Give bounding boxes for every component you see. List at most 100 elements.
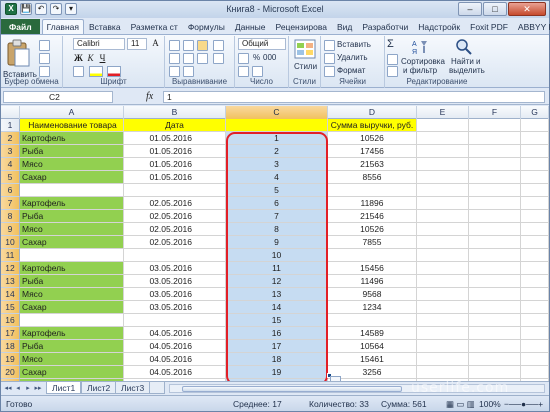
name-box[interactable]: C2 (3, 91, 113, 103)
row-header[interactable]: 11 (1, 249, 20, 262)
find-select-icon[interactable] (455, 38, 473, 56)
tab-data[interactable]: Данные (230, 19, 271, 35)
cell-e[interactable] (417, 184, 469, 197)
cell-d[interactable]: 11896 (328, 197, 417, 210)
column-header-g[interactable]: G (521, 106, 549, 119)
delete-cells-button[interactable]: Удалить (337, 53, 368, 62)
cell-g[interactable] (521, 249, 549, 262)
cell-a[interactable]: Рыба (20, 210, 124, 223)
cell-c[interactable]: 17 (226, 340, 328, 353)
cell-g[interactable] (521, 353, 549, 366)
cell-g[interactable] (521, 327, 549, 340)
cell-c[interactable]: 5 (226, 184, 328, 197)
cell-e[interactable] (417, 288, 469, 301)
number-format-dropdown[interactable]: Общий (238, 38, 286, 50)
decrease-decimal-icon[interactable] (252, 66, 263, 77)
cell-g[interactable] (521, 340, 549, 353)
align-top-icon[interactable] (169, 40, 180, 51)
cell-e[interactable] (417, 249, 469, 262)
cell-d[interactable]: 21546 (328, 210, 417, 223)
cell-e[interactable] (417, 210, 469, 223)
cell-a[interactable]: Рыба (20, 340, 124, 353)
cell-d[interactable] (328, 249, 417, 262)
row-header[interactable]: 4 (1, 158, 20, 171)
cell-f[interactable] (469, 275, 521, 288)
tab-formulas[interactable]: Формулы (183, 19, 230, 35)
cell-a[interactable]: Картофель (20, 197, 124, 210)
grow-font-icon[interactable]: A (150, 38, 161, 49)
select-all-corner[interactable] (1, 106, 20, 119)
cell-d[interactable]: 10526 (328, 132, 417, 145)
worksheet-grid[interactable]: A B C D E F G 1 Наименование товара Дата Су… (1, 106, 549, 381)
cell-e[interactable] (417, 119, 469, 132)
cell-a[interactable]: Рыба (20, 145, 124, 158)
cell-a[interactable]: Мясо (20, 158, 124, 171)
insert-function-icon[interactable]: fx (146, 91, 153, 102)
cell-b[interactable] (124, 314, 226, 327)
fill-color-icon[interactable] (89, 66, 103, 77)
column-header-c[interactable]: C (226, 106, 328, 119)
cell-c[interactable] (226, 119, 328, 132)
first-sheet-icon[interactable]: ◂◂ (4, 384, 12, 393)
cell-a[interactable]: Картофель (20, 132, 124, 145)
cell-b[interactable]: 02.05.2016 (124, 210, 226, 223)
cell-c[interactable]: 18 (226, 353, 328, 366)
cell-d[interactable]: 3256 (328, 366, 417, 379)
row-header[interactable]: 3 (1, 145, 20, 158)
tab-addins[interactable]: Надстройк (413, 19, 465, 35)
cell-c[interactable]: 6 (226, 197, 328, 210)
cell-b[interactable]: 02.05.2016 (124, 197, 226, 210)
cell-b[interactable]: 03.05.2016 (124, 262, 226, 275)
cell-d[interactable]: 7855 (328, 236, 417, 249)
insert-sheet-icon[interactable] (149, 382, 165, 394)
cell-e[interactable] (417, 158, 469, 171)
cell-c[interactable]: 10 (226, 249, 328, 262)
cell-a[interactable] (20, 184, 124, 197)
next-sheet-icon[interactable]: ▸ (24, 384, 32, 393)
row-header[interactable]: 2 (1, 132, 20, 145)
cell-g[interactable] (521, 314, 549, 327)
cell-b[interactable]: Дата (124, 119, 226, 132)
cell-g[interactable] (521, 262, 549, 275)
minimize-button[interactable]: – (458, 2, 482, 16)
cell-c[interactable]: 8 (226, 223, 328, 236)
cell-a[interactable]: Мясо (20, 353, 124, 366)
tab-page-layout[interactable]: Разметка ст (126, 19, 183, 35)
cell-a[interactable]: Мясо (20, 288, 124, 301)
close-button[interactable]: ✕ (508, 2, 546, 16)
row-header[interactable]: 9 (1, 223, 20, 236)
cell-f[interactable] (469, 158, 521, 171)
cell-e[interactable] (417, 314, 469, 327)
autosum-button[interactable]: Σ (387, 38, 394, 50)
formula-input[interactable]: 1 (163, 91, 545, 103)
prev-sheet-icon[interactable]: ◂ (14, 384, 22, 393)
cell-c[interactable]: 11 (226, 262, 328, 275)
cell-e[interactable] (417, 366, 469, 379)
tab-view[interactable]: Вид (332, 19, 357, 35)
cell-e[interactable] (417, 301, 469, 314)
cell-b[interactable] (124, 249, 226, 262)
row-header[interactable]: 1 (1, 119, 20, 132)
find-select-label-1[interactable]: Найти и (451, 57, 481, 66)
italic-button[interactable]: К (85, 53, 96, 64)
cell-e[interactable] (417, 145, 469, 158)
cut-icon[interactable] (39, 40, 50, 51)
cell-g[interactable] (521, 184, 549, 197)
cell-a[interactable]: Сахар (20, 236, 124, 249)
cell-f[interactable] (469, 145, 521, 158)
cell-f[interactable] (469, 249, 521, 262)
cell-e[interactable] (417, 171, 469, 184)
row-header[interactable]: 15 (1, 301, 20, 314)
cell-e[interactable] (417, 236, 469, 249)
merge-cells-icon[interactable] (213, 53, 224, 64)
cell-b[interactable]: 04.05.2016 (124, 353, 226, 366)
delete-cells-icon[interactable] (324, 53, 335, 64)
tab-file[interactable]: Файл (1, 19, 40, 35)
cell-g[interactable] (521, 171, 549, 184)
paste-icon[interactable] (5, 39, 31, 69)
cell-c[interactable]: 9 (226, 236, 328, 249)
row-header[interactable]: 20 (1, 366, 20, 379)
cell-b[interactable]: 03.05.2016 (124, 301, 226, 314)
cell-b[interactable]: 03.05.2016 (124, 275, 226, 288)
cell-a[interactable]: Наименование товара (20, 119, 124, 132)
